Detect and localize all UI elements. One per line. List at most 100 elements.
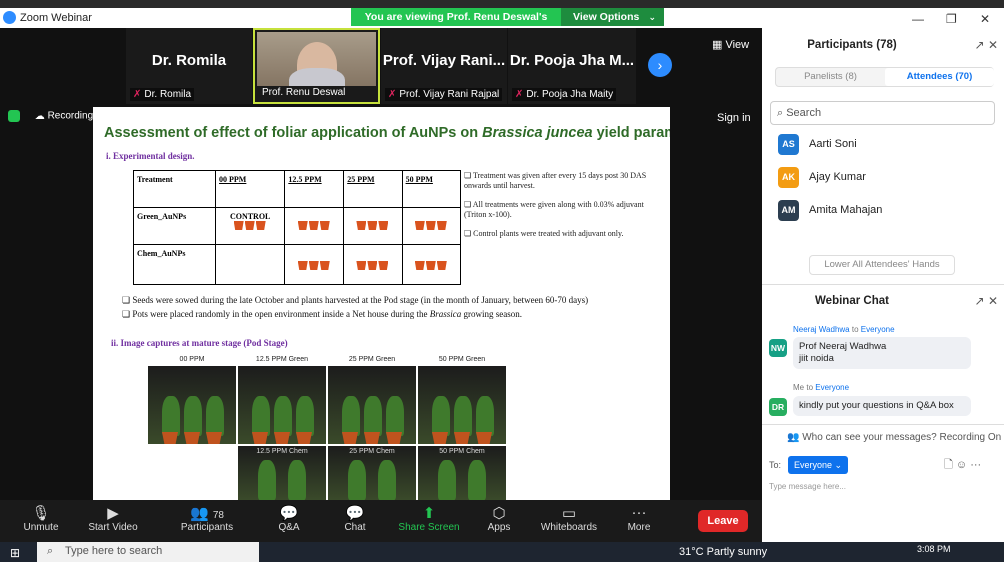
- mic-muted-icon: 🎙: [31, 505, 51, 522]
- meeting-toolbar: 🎙 Unmute ▶ Start Video 👥 78 Participants 💬 Q…: [0, 500, 762, 542]
- treatment-notes: ❏ Treatment was given after every 15 day…: [464, 171, 664, 248]
- view-options-label: View Options: [573, 11, 640, 23]
- apps-icon: ⬡: [492, 505, 506, 522]
- start-video-button[interactable]: ▶ Start Video: [78, 504, 148, 533]
- tab-panelists[interactable]: Panelists (8): [776, 68, 885, 86]
- whiteboard-icon: ▭: [561, 505, 577, 522]
- plant-photo: [238, 366, 326, 444]
- table-cell: Chem_AuNPs: [132, 244, 217, 285]
- chat-button[interactable]: 💬 Chat: [320, 504, 390, 533]
- experiment-table: Treatment 00 PPM 12.5 PPM 25 PPM 50 PPM …: [132, 170, 462, 285]
- recipient-select[interactable]: Everyone ⌄: [788, 456, 849, 474]
- video-tile-romila[interactable]: Dr. Romila ✗ Dr. Romila: [126, 28, 252, 104]
- panel-controls[interactable]: ↗ ✕: [975, 38, 998, 52]
- people-icon: 👥: [787, 432, 803, 443]
- chat-actions[interactable]: 🗋 ☺ ···: [944, 456, 981, 475]
- table-header: 00 PPM: [215, 170, 286, 208]
- panel-divider: [762, 284, 1004, 285]
- view-options-button[interactable]: View Options ⌄: [561, 8, 664, 26]
- view-button[interactable]: ▦ View: [712, 38, 749, 51]
- system-clock[interactable]: 3:08 PM: [917, 544, 951, 554]
- share-screen-icon: ⬆: [422, 505, 436, 522]
- panel-divider: [762, 424, 1004, 425]
- next-page-button[interactable]: ›: [648, 53, 672, 77]
- avatar: DR: [769, 398, 787, 416]
- qa-button[interactable]: 💬 Q&A: [254, 504, 324, 533]
- leave-button[interactable]: Leave: [698, 510, 748, 532]
- note-item: ❏ Pots were placed randomly in the open …: [122, 309, 522, 319]
- photo-label: 25 PPM Green: [348, 356, 396, 363]
- plant-photo: [148, 366, 236, 444]
- table-cell: [343, 207, 403, 245]
- chat-message: kindly put your questions in Q&A box: [793, 396, 971, 416]
- presentation-slide: Assessment of effect of foliar applicati…: [93, 107, 670, 500]
- section-heading-2: ii. Image captures at mature stage (Pod …: [111, 338, 288, 348]
- apps-button[interactable]: ⬡ Apps: [464, 504, 534, 533]
- close-panel-icon: ✕: [987, 294, 998, 308]
- table-cell: Green_AuNPs: [132, 207, 217, 245]
- tile-label: ✗ Prof. Vijay Rani Rajpal: [385, 88, 503, 101]
- participants-title: Participants (78): [807, 39, 897, 51]
- avatar: NW: [769, 339, 787, 357]
- unmute-button[interactable]: 🎙 Unmute: [6, 504, 76, 533]
- lower-hands-button[interactable]: Lower All Attendees' Hands: [809, 255, 955, 275]
- video-tile-vijay-rani[interactable]: Prof. Vijay Rani... ✗ Prof. Vijay Rani Ra…: [381, 28, 507, 104]
- plant-photo: 12.5 PPM Chem: [238, 446, 326, 500]
- table-cell: [401, 244, 462, 285]
- more-button[interactable]: ··· More: [604, 504, 674, 533]
- note-item: ❏ Control plants were treated with adjuv…: [464, 229, 624, 238]
- more-icon: ···: [631, 504, 647, 521]
- plant-photo: [418, 366, 506, 444]
- search-icon: ⌕: [777, 107, 787, 119]
- chat-title: Webinar Chat: [815, 295, 889, 307]
- table-cell: [215, 244, 286, 285]
- note-item: ❏ Treatment was given after every 15 day…: [464, 171, 647, 190]
- mic-muted-icon: ✗: [133, 89, 142, 100]
- attendee-item[interactable]: AS Aarti Soni: [778, 133, 857, 155]
- cloud-icon: ☁: [34, 110, 45, 122]
- tab-attendees[interactable]: Attendees (70): [885, 68, 994, 86]
- close-icon[interactable]: ✕: [980, 12, 990, 26]
- video-strip: Dr. Romila ✗ Dr. Romila Prof. Renu Deswal…: [0, 28, 762, 104]
- photo-caption: 50 PPM Chem: [439, 448, 485, 455]
- chat-message: Prof Neeraj Wadhwa jiit noida: [793, 337, 971, 369]
- whiteboards-button[interactable]: ▭ Whiteboards: [534, 504, 604, 533]
- search-input[interactable]: ⌕ Search: [770, 101, 995, 125]
- mic-muted-icon: ✗: [388, 89, 397, 100]
- tile-label: ✗ Dr. Romila: [130, 88, 195, 101]
- app-title: Zoom Webinar: [20, 12, 92, 24]
- sign-in-button[interactable]: Sign in: [717, 112, 751, 124]
- attendee-item[interactable]: AM Amita Mahajan: [778, 199, 882, 221]
- file-icon: 🗋: [944, 459, 953, 471]
- photo-label: 12.5 PPM Green: [255, 356, 309, 363]
- tile-name: Prof. Vijay Rani...: [382, 52, 506, 69]
- section-heading-1: i. Experimental design.: [106, 151, 195, 161]
- chat-icon: 💬: [345, 505, 365, 522]
- chat-meta: Me to Everyone: [793, 383, 850, 392]
- side-panel: Participants (78) ↗ ✕ Panelists (8) Atte…: [762, 28, 1004, 542]
- weather-widget[interactable]: 31°C Partly sunny: [679, 546, 767, 558]
- photo-label: 00 PPM: [179, 356, 205, 363]
- who-can-see-link[interactable]: 👥 Who can see your messages? Recording O…: [787, 432, 1001, 443]
- share-screen-button[interactable]: ⬆ Share Screen: [394, 504, 464, 533]
- message-input[interactable]: Type message here...: [769, 482, 846, 491]
- video-tile-renu-deswal[interactable]: Prof. Renu Deswal: [253, 28, 380, 104]
- restore-icon[interactable]: ❐: [946, 12, 957, 26]
- tile-name: Dr. Pooja Jha M...: [509, 52, 635, 69]
- participants-button[interactable]: 👥 78 Participants: [172, 504, 242, 533]
- close-panel-icon: ✕: [987, 38, 998, 52]
- minimize-icon[interactable]: —: [912, 12, 924, 26]
- mic-muted-icon: ✗: [515, 89, 524, 100]
- security-shield-icon[interactable]: [8, 110, 20, 122]
- video-tile-pooja-jha[interactable]: Dr. Pooja Jha M... ✗ Dr. Pooja Jha Maity: [508, 28, 636, 104]
- taskbar-search-input[interactable]: ⌕ Type here to search: [37, 542, 259, 562]
- table-cell: [401, 207, 462, 245]
- viewing-banner: You are viewing Prof. Renu Deswal's scre…: [351, 8, 561, 41]
- chat-panel-controls[interactable]: ↗ ✕: [975, 294, 998, 308]
- participant-tabs: Panelists (8) Attendees (70): [775, 67, 994, 87]
- table-cell: [284, 207, 345, 245]
- emoji-icon: ☺: [955, 459, 968, 471]
- chevron-down-icon: ⌄: [648, 12, 656, 22]
- windows-start-icon[interactable]: ⊞: [10, 546, 20, 560]
- attendee-item[interactable]: AK Ajay Kumar: [778, 166, 866, 188]
